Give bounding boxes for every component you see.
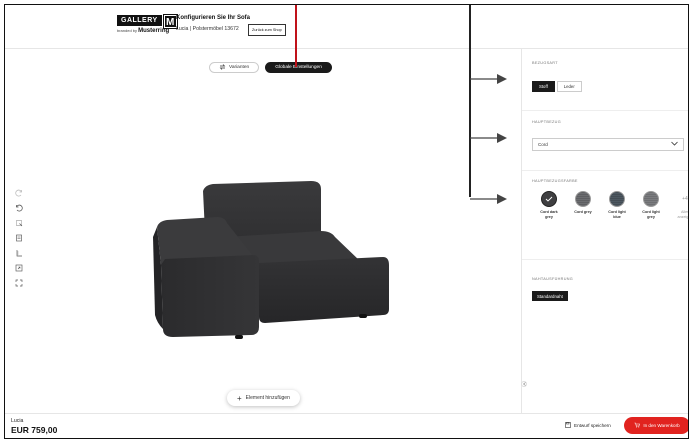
swatch-circle xyxy=(643,191,659,207)
redo-icon[interactable] xyxy=(14,188,23,197)
annotation-vertical-line xyxy=(469,5,471,197)
collapse-panel-handle[interactable] xyxy=(521,381,527,387)
add-element-button[interactable]: + Element hinzufügen xyxy=(227,390,300,406)
back-to-shop-button[interactable]: Zurück zum Shop xyxy=(248,24,286,36)
annotation-arrow-2 xyxy=(470,133,507,143)
add-to-cart-button[interactable]: In den Warenkorb xyxy=(624,417,688,434)
undo-icon[interactable] xyxy=(14,203,23,212)
swatch-circle xyxy=(609,191,625,207)
global-settings-label: Globale Einstellungen xyxy=(275,65,322,70)
stitching-section: NAHTAUSFÜHRUNG Standardnaht xyxy=(522,259,688,319)
notes-icon[interactable] xyxy=(14,233,23,242)
cover-type-label: BEZUGSART xyxy=(532,61,558,65)
cover-option-leder[interactable]: Leder xyxy=(556,81,582,92)
measure-icon[interactable] xyxy=(14,248,23,257)
left-toolbar xyxy=(14,188,23,287)
swap-icon xyxy=(219,63,226,72)
swatch-circle xyxy=(541,191,557,207)
logo-branded-by: branded by Musterring xyxy=(117,28,170,34)
gallery-m-logo[interactable]: GALLERY M branded by Musterring xyxy=(117,14,178,34)
cover-option-stoff[interactable]: Stoff xyxy=(532,81,555,92)
page-title: Konfigurieren Sie Ihr Sofa xyxy=(176,15,251,21)
variants-label: Varianten xyxy=(229,65,250,70)
logo-gallery-text: GALLERY xyxy=(117,15,162,26)
show-all-colors[interactable]: +4 Allesanzeigen xyxy=(668,191,689,220)
more-count: +4 xyxy=(682,196,688,202)
swatch-cord-dark-grey[interactable]: Cord dark grey xyxy=(532,191,566,220)
footer: Lucia EUR 759,00 Entwurf speichern In de… xyxy=(5,413,688,438)
product-subtitle: Lucia | Polstermöbel 13672 xyxy=(176,26,239,32)
main-cover-value: Cord xyxy=(538,142,548,147)
swatch-label: Cord grey xyxy=(574,210,592,214)
stitching-label: NAHTAUSFÜHRUNG xyxy=(532,277,574,281)
annotation-arrow-1 xyxy=(470,74,507,84)
swatch-circle xyxy=(575,191,591,207)
check-icon xyxy=(545,196,553,202)
view-toggle: Varianten Globale Einstellungen xyxy=(209,62,332,73)
expand-icon[interactable] xyxy=(14,263,23,272)
stitching-standard-button[interactable]: Standardnaht xyxy=(532,291,568,301)
save-icon xyxy=(565,422,571,429)
swatch-label: Cord light grey xyxy=(642,210,660,219)
add-to-cart-label: In den Warenkorb xyxy=(643,423,680,428)
annotation-arrow-3 xyxy=(470,194,507,204)
main-cover-label: HAUPTBEZUG xyxy=(532,120,561,124)
main-cover-select[interactable]: Cord xyxy=(532,138,684,151)
chevron-down-icon xyxy=(671,141,678,148)
main-color-label: HAUPTBEZUGSFARBE xyxy=(532,179,578,183)
plus-icon: + xyxy=(237,393,242,403)
logo-m-mark: M xyxy=(162,14,178,29)
swatch-label: Cord dark grey xyxy=(540,210,558,219)
product-name: Lucia xyxy=(11,418,24,424)
app-window: GALLERY M branded by Musterring Konfigur… xyxy=(4,4,689,439)
save-draft-button[interactable]: Entwurf speichern xyxy=(565,422,611,429)
annotation-red-line xyxy=(295,5,297,67)
add-element-label: Element hinzufügen xyxy=(245,395,290,401)
rotate-icon[interactable] xyxy=(14,218,23,227)
show-all-label: Allesanzeigen xyxy=(677,210,689,219)
cover-type-options: Stoff Leder xyxy=(532,81,582,92)
cart-icon xyxy=(634,422,641,429)
sofa-3d-preview[interactable] xyxy=(153,177,393,347)
color-swatches: Cord dark grey Cord grey Cord light blue C… xyxy=(532,191,689,220)
save-draft-label: Entwurf speichern xyxy=(574,423,611,428)
swatch-cord-grey[interactable]: Cord grey xyxy=(566,191,600,220)
main-cover-section: HAUPTBEZUG Cord xyxy=(522,111,688,171)
variants-button[interactable]: Varianten xyxy=(209,62,260,73)
cover-type-section: BEZUGSART Stoff Leder xyxy=(522,49,688,111)
chevron-left-icon xyxy=(522,382,526,386)
settings-panel: BEZUGSART Stoff Leder HAUPTBEZUG Cord HA… xyxy=(521,49,689,413)
global-settings-button[interactable]: Globale Einstellungen xyxy=(265,62,332,73)
swatch-label: Cord light blue xyxy=(608,210,626,219)
product-price: EUR 759,00 xyxy=(11,425,58,435)
fit-icon[interactable] xyxy=(14,278,23,287)
swatch-cord-light-blue[interactable]: Cord light blue xyxy=(600,191,634,220)
header: GALLERY M branded by Musterring Konfigur… xyxy=(5,5,688,49)
swatch-cord-light-grey[interactable]: Cord light grey xyxy=(634,191,668,220)
